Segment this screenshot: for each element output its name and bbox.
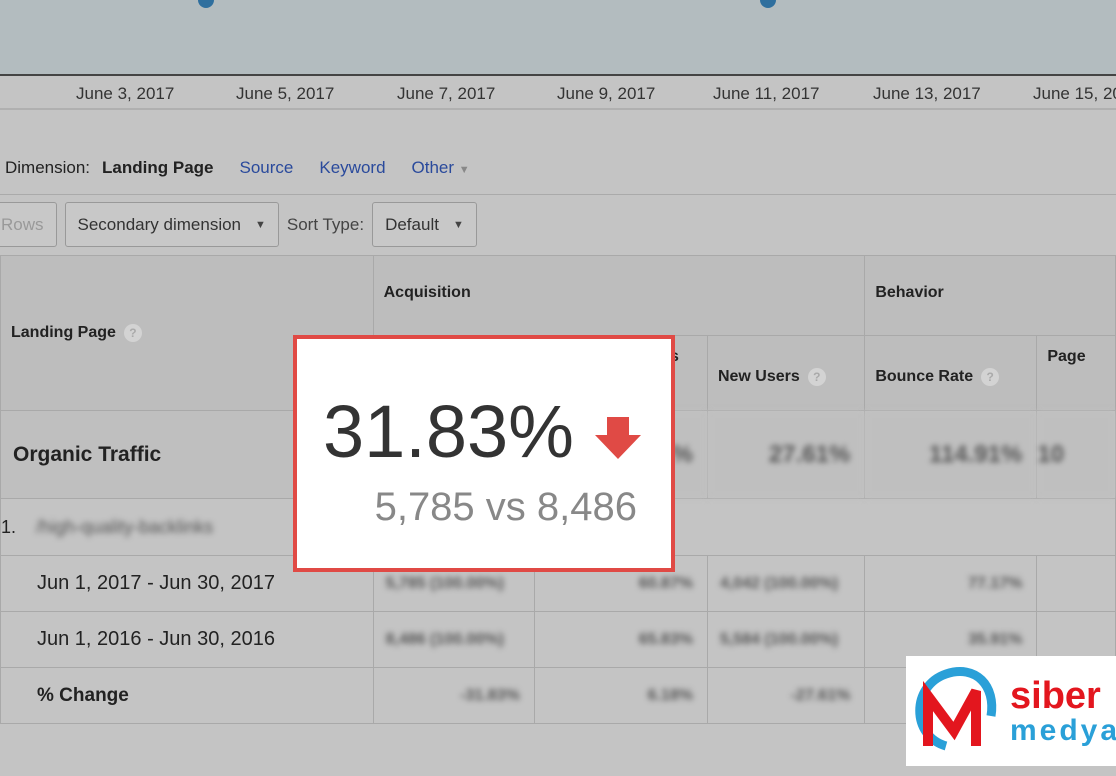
chevron-down-icon: ▼ bbox=[458, 164, 470, 176]
x-tick: June 15, 2017 bbox=[1033, 84, 1116, 103]
toolbar: Rows Secondary dimension ▼ Sort Type: Def… bbox=[0, 202, 477, 247]
dimension-label: Dimension: bbox=[5, 158, 91, 177]
help-icon[interactable]: ? bbox=[981, 368, 1000, 386]
dimension-source[interactable]: Source bbox=[240, 158, 294, 178]
cell: 77.17% bbox=[864, 555, 1038, 612]
secondary-label: Secondary dimension bbox=[77, 214, 241, 234]
row-label: % Change bbox=[0, 667, 374, 724]
dimension-bar: Dimension: Landing Page Source Keyword O… bbox=[5, 158, 470, 178]
secondary-dimension-dropdown[interactable]: Secondary dimension ▼ bbox=[64, 202, 279, 247]
landing-page-link[interactable]: /high-quality-backlinks bbox=[36, 517, 227, 538]
help-icon[interactable]: ? bbox=[123, 324, 142, 342]
cell: 8,486 (100.00%) bbox=[372, 611, 535, 668]
cell: 5,584 (100.00%) bbox=[706, 611, 866, 668]
divider bbox=[0, 194, 1116, 195]
callout-value: 31.83% bbox=[323, 390, 574, 473]
group-behavior: Behavior bbox=[864, 255, 1116, 336]
x-tick: June 9, 2017 bbox=[557, 84, 656, 103]
dimension-other[interactable]: Other bbox=[412, 158, 455, 177]
sort-value: Default bbox=[385, 214, 439, 234]
cell: -27.61% bbox=[706, 667, 866, 724]
rows-label: Rows bbox=[1, 214, 44, 234]
arrow-down-icon bbox=[595, 417, 641, 459]
chevron-down-icon: ▼ bbox=[452, 218, 464, 231]
sort-type-dropdown[interactable]: Default ▼ bbox=[372, 202, 477, 247]
siber-medya-logo: siber medya bbox=[906, 656, 1116, 766]
x-axis: June 3, 2017 June 5, 2017 June 7, 2017 J… bbox=[0, 78, 1116, 110]
col-new-users[interactable]: New Users? bbox=[706, 335, 866, 411]
dimension-landing-page[interactable]: Landing Page bbox=[102, 158, 213, 178]
chart-point[interactable] bbox=[760, 0, 776, 8]
summary-new-users: 27.61% bbox=[706, 410, 866, 499]
x-tick: June 7, 2017 bbox=[397, 84, 496, 103]
sort-type-label: Sort Type: bbox=[286, 214, 365, 234]
dimension-keyword[interactable]: Keyword bbox=[319, 158, 385, 178]
svg-text:medya: medya bbox=[1010, 714, 1116, 747]
summary-pages: 10 bbox=[1036, 410, 1116, 499]
x-tick: June 13, 2017 bbox=[873, 84, 981, 103]
row-label: Jun 1, 2016 - Jun 30, 2016 bbox=[0, 611, 374, 668]
svg-text:siber: siber bbox=[1010, 675, 1101, 717]
cell: 4,042 (100.00%) bbox=[706, 555, 866, 612]
cell: 65.83% bbox=[533, 611, 708, 668]
chevron-down-icon: ▼ bbox=[255, 218, 266, 231]
callout-box: 31.83% 5,785 vs 8,486 bbox=[293, 335, 675, 572]
row-index: 1. bbox=[1, 516, 17, 537]
x-tick: June 3, 2017 bbox=[76, 84, 175, 103]
summary-bounce: 114.91% bbox=[864, 410, 1038, 499]
line-chart bbox=[0, 0, 1116, 76]
col-bounce-rate[interactable]: Bounce Rate? bbox=[864, 335, 1038, 411]
col-pages[interactable]: Page bbox=[1036, 335, 1116, 411]
x-tick: June 11, 2017 bbox=[713, 84, 820, 103]
x-tick: June 5, 2017 bbox=[236, 84, 335, 103]
cell: 6.18% bbox=[533, 667, 708, 724]
help-icon[interactable]: ? bbox=[807, 368, 826, 386]
cell: -31.83% bbox=[372, 667, 535, 724]
callout-comparison: 5,785 vs 8,486 bbox=[374, 485, 637, 529]
chart-point[interactable] bbox=[198, 0, 214, 8]
group-acquisition: Acquisition bbox=[372, 255, 866, 336]
plot-rows-button[interactable]: Rows bbox=[0, 202, 57, 247]
